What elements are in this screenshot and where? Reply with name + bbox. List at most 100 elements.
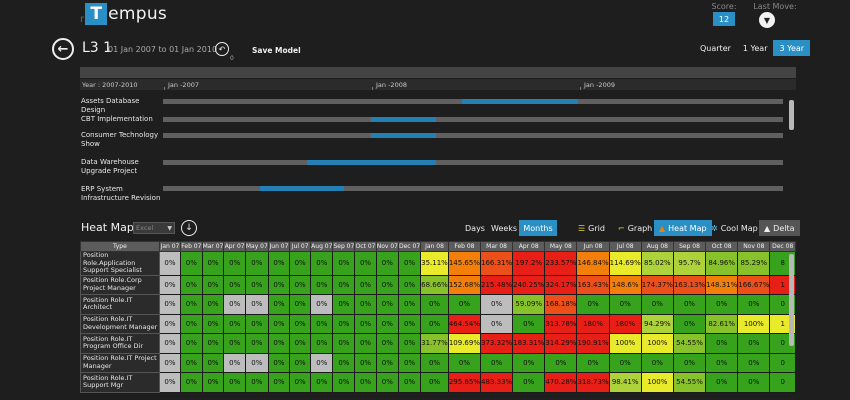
heatmap-cell[interactable]: 0% xyxy=(223,372,246,393)
heatmap-cell[interactable]: 145.65% xyxy=(447,251,482,276)
heatmap-cell[interactable]: 85.29% xyxy=(737,251,771,276)
heatmap-cell[interactable]: 0% xyxy=(354,294,377,315)
heatmap-cell[interactable]: 0% xyxy=(397,294,422,315)
heatmap-cell[interactable]: 0% xyxy=(705,352,739,373)
heatmap-cell[interactable]: 0% xyxy=(201,313,225,334)
heatmap-cell[interactable]: 0% xyxy=(158,352,182,373)
heatmap-cell[interactable]: 0% xyxy=(737,294,771,315)
heatmap-cell[interactable]: 0% xyxy=(223,352,246,373)
heatmap-cell[interactable]: 35.11% xyxy=(420,251,449,276)
heatmap-cell[interactable]: 0% xyxy=(672,313,707,334)
heatmap-cell[interactable]: 0% xyxy=(375,333,399,354)
heatmap-cell[interactable]: 84.96% xyxy=(705,251,739,276)
heatmap-cell[interactable]: 0% xyxy=(332,352,356,373)
heatmap-cell[interactable]: 0% xyxy=(289,352,312,373)
heatmap-cell[interactable]: 0% xyxy=(201,352,225,373)
heatmap-cell[interactable]: 0% xyxy=(397,352,422,373)
save-model-button[interactable]: Save Model xyxy=(252,46,301,55)
history-button[interactable]: ↶ xyxy=(215,42,229,56)
heatmap-cell[interactable]: 0% xyxy=(158,333,182,354)
heatmap-cell[interactable]: 0% xyxy=(289,313,312,334)
heatmap-cell[interactable]: 0% xyxy=(672,294,707,315)
heatmap-cell[interactable]: 109.69% xyxy=(447,333,482,354)
heatmap-cell[interactable]: 0% xyxy=(180,313,203,334)
months-button[interactable]: Months xyxy=(519,220,557,236)
heatmap-cell[interactable]: 470.28% xyxy=(544,372,578,393)
heatmap-cell[interactable]: 0% xyxy=(180,274,203,295)
heatmap-cell[interactable]: 0% xyxy=(289,294,312,315)
heatmap-cell[interactable]: 180% xyxy=(576,313,610,334)
heatmap-cell[interactable]: 0% xyxy=(244,294,269,315)
heatmap-cell[interactable]: 54.55% xyxy=(672,333,707,354)
heatmap-cell[interactable]: 0% xyxy=(447,294,482,315)
heatmap-cell[interactable]: 0% xyxy=(354,352,377,373)
heatmap-cell[interactable]: 0% xyxy=(512,372,546,393)
heatmap-cell[interactable]: 0% xyxy=(737,372,771,393)
heatmap-cell[interactable]: 197.2% xyxy=(512,251,546,276)
range-tab-1-year[interactable]: 1 Year xyxy=(737,40,774,56)
gantt-scrollbar[interactable] xyxy=(789,100,794,130)
heatmap-cell[interactable]: 0% xyxy=(267,294,291,315)
heatmap-cell[interactable]: 114.69% xyxy=(608,251,642,276)
heatmap-cell[interactable]: 166.67% xyxy=(737,274,771,295)
heatmap-cell[interactable]: 0% xyxy=(479,294,514,315)
back-button[interactable]: ← xyxy=(52,38,74,60)
heatmap-cell[interactable]: 174.37% xyxy=(640,274,674,295)
heatmap-cell[interactable]: 0% xyxy=(640,352,674,373)
heatmap-cell[interactable]: 152.68% xyxy=(447,274,482,295)
heatmap-cell[interactable]: 98.41% xyxy=(608,372,642,393)
heatmap-cell[interactable]: 0% xyxy=(267,251,291,276)
heatmap-cell[interactable]: 0% xyxy=(354,251,377,276)
heatmap-cell[interactable]: 0% xyxy=(158,274,182,295)
heatmap-cell[interactable]: 0% xyxy=(420,294,449,315)
heatmap-cell[interactable]: 464.54% xyxy=(447,313,482,334)
heatmap-cell[interactable]: 0% xyxy=(420,352,449,373)
heatmap-cell[interactable]: 0% xyxy=(310,274,334,295)
heatmap-cell[interactable]: 295.65% xyxy=(447,372,482,393)
heatmap-cell[interactable]: 0% xyxy=(737,352,771,373)
heatmap-cell[interactable]: 0% xyxy=(576,352,610,373)
heatmap-cell[interactable]: 0% xyxy=(375,294,399,315)
heatmap-cell[interactable]: 0% xyxy=(158,372,182,393)
range-tab-quarter[interactable]: Quarter xyxy=(694,40,737,56)
heatmap-cell[interactable]: 0% xyxy=(180,372,203,393)
heatmap-cell[interactable]: 85.02% xyxy=(640,251,674,276)
heatmap-cell[interactable]: 148.6% xyxy=(608,274,642,295)
heatmap-cell[interactable]: 94.29% xyxy=(640,313,674,334)
heatmap-cell[interactable]: 54.55% xyxy=(672,372,707,393)
heatmap-cell[interactable]: 0% xyxy=(397,251,422,276)
heatmap-cell[interactable]: 0% xyxy=(608,294,642,315)
heatmap-cell[interactable]: 0% xyxy=(332,313,356,334)
heatmap-cell[interactable]: 0% xyxy=(576,294,610,315)
delta-button[interactable]: ▲ Delta xyxy=(759,220,800,236)
heatmap-cell[interactable]: 0% xyxy=(244,313,269,334)
gantt-bar[interactable] xyxy=(462,99,579,104)
heatmap-cell[interactable]: 59.09% xyxy=(512,294,546,315)
heatmap-cell[interactable]: 0% xyxy=(310,294,334,315)
heatmap-cell[interactable]: 0% xyxy=(354,313,377,334)
heatmap-cell[interactable]: 318.73% xyxy=(576,372,610,393)
heatmap-cell[interactable]: 166.31% xyxy=(479,251,514,276)
gantt-bar[interactable] xyxy=(306,160,436,165)
heatmap-cell[interactable]: 168.18% xyxy=(544,294,578,315)
heatmap-cell[interactable]: 82.61% xyxy=(705,313,739,334)
graph-button[interactable]: ⌐ Graph xyxy=(613,220,657,236)
last-move-button[interactable]: ▼ xyxy=(759,12,775,28)
heatmap-cell[interactable]: 0% xyxy=(223,333,246,354)
heatmap-cell[interactable]: 0% xyxy=(375,372,399,393)
heatmap-cell[interactable]: 324.17% xyxy=(544,274,578,295)
heatmap-cell[interactable]: 0% xyxy=(201,251,225,276)
heatmap-cell[interactable]: 483.33% xyxy=(479,372,514,393)
heatmap-cell[interactable]: 0% xyxy=(289,372,312,393)
heatmap-cell[interactable]: 0% xyxy=(737,333,771,354)
heatmap-cell[interactable]: 0% xyxy=(479,352,514,373)
weeks-button[interactable]: Weeks xyxy=(486,220,522,236)
heatmap-cell[interactable]: 0 xyxy=(769,352,796,373)
heatmap-cell[interactable]: 0% xyxy=(447,352,482,373)
heatmap-cell[interactable]: 0% xyxy=(397,333,422,354)
heatmap-cell[interactable]: 0% xyxy=(397,372,422,393)
heatmap-cell[interactable]: 0% xyxy=(180,251,203,276)
heatmap-cell[interactable]: 0% xyxy=(375,274,399,295)
download-button[interactable]: ↓ xyxy=(181,220,197,236)
heatmap-cell[interactable]: 0% xyxy=(354,372,377,393)
